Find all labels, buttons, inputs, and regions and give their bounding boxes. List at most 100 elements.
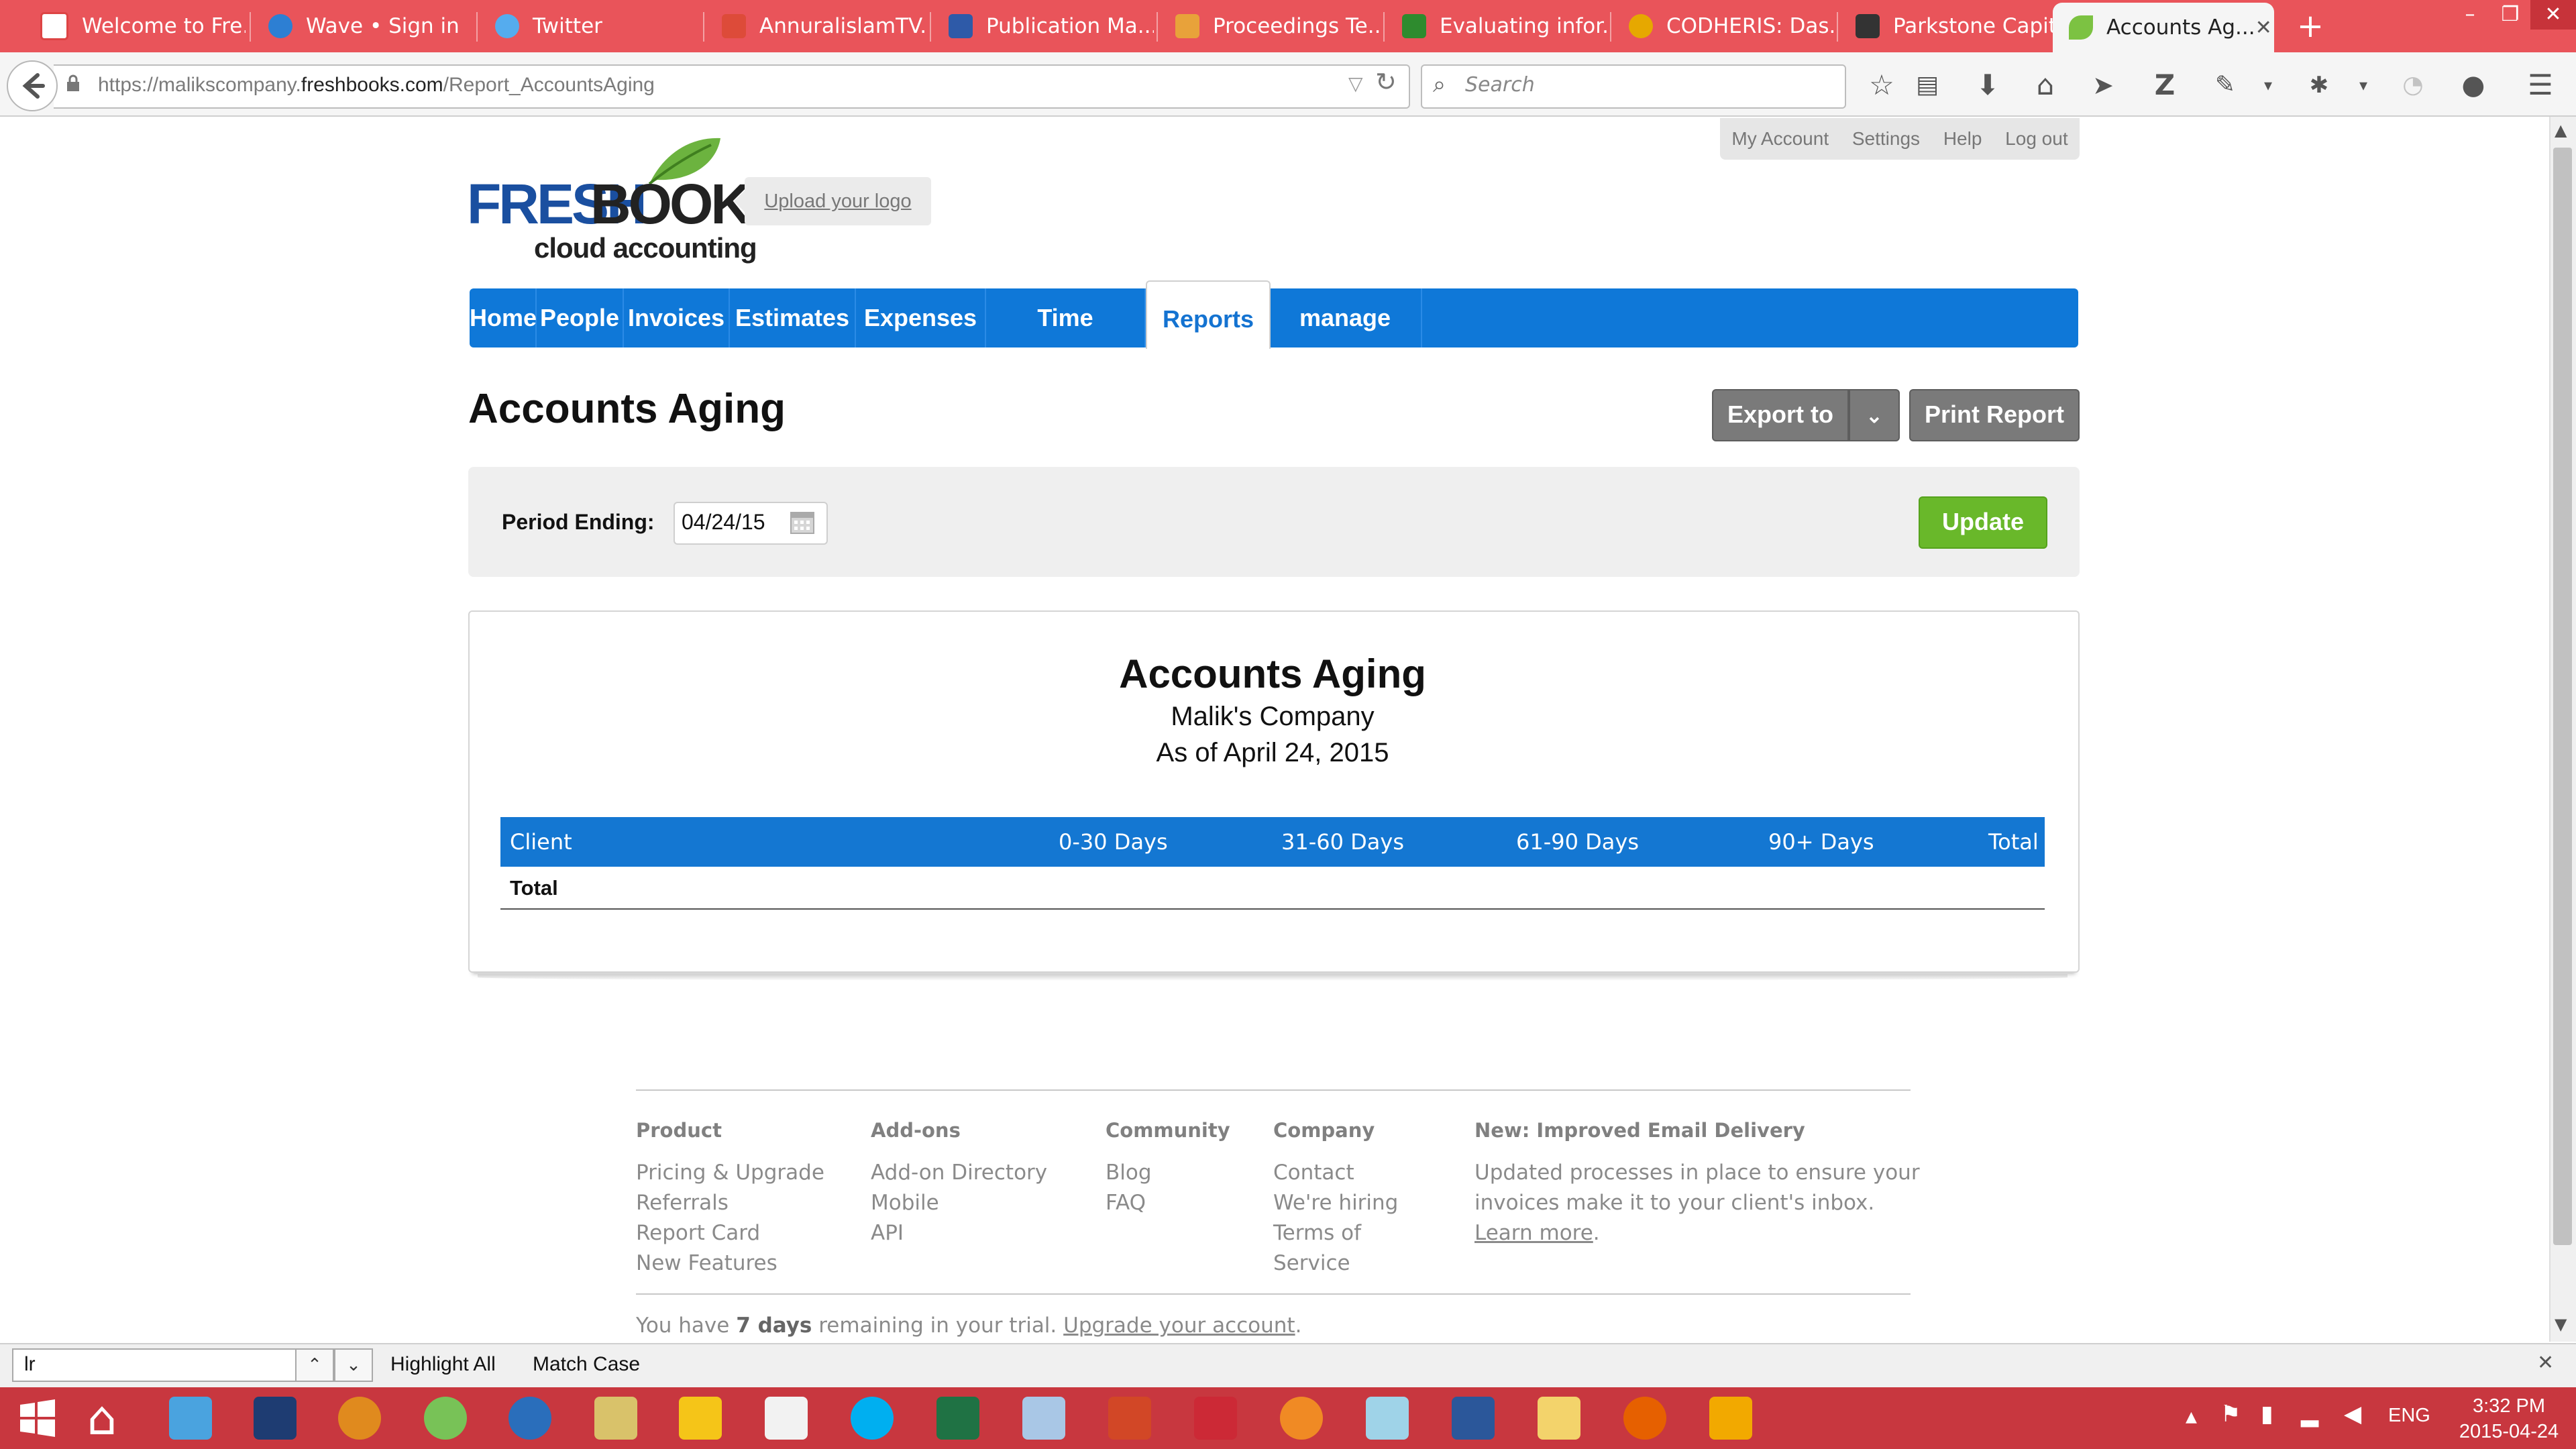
footer-link[interactable]: Service (1273, 1248, 1350, 1279)
scroll-down-icon[interactable]: ▼ (2555, 1315, 2567, 1334)
zotero-icon[interactable] (1178, 1390, 1253, 1446)
clock-date[interactable]: 2015-04-24 (2442, 1421, 2576, 1443)
r-icon[interactable] (492, 1390, 568, 1446)
media-icon[interactable] (322, 1390, 397, 1446)
volume-icon[interactable]: ◀ (2344, 1401, 2361, 1428)
battery-icon[interactable]: ▮ (2261, 1401, 2273, 1428)
pen-icon[interactable]: ✎ (2207, 66, 2243, 105)
tray-expand-icon[interactable]: ▲ (2186, 1409, 2197, 1426)
orange-app-icon[interactable] (1264, 1390, 1339, 1446)
home-icon[interactable]: ⌂ (2027, 66, 2063, 105)
home-icon[interactable]: ⌂ (64, 1390, 140, 1446)
footer-link[interactable]: Add-on Directory (871, 1158, 1047, 1188)
skype-icon[interactable] (835, 1390, 910, 1446)
browser-tab[interactable]: Twitter (479, 4, 700, 48)
url-text[interactable]: https://malikscompany.freshbooks.com/Rep… (98, 68, 655, 102)
scroll-up-icon[interactable]: ▲ (2555, 121, 2567, 140)
my-account-link[interactable]: My Account (1731, 128, 1829, 150)
minimize-icon[interactable]: – (2450, 0, 2490, 30)
flag-icon[interactable]: ⚑ (2220, 1401, 2241, 1428)
footer-link[interactable]: Mobile (871, 1188, 939, 1218)
footer-link[interactable]: API (871, 1218, 904, 1248)
mail-icon[interactable] (153, 1390, 228, 1446)
footer-link[interactable]: Terms of (1273, 1218, 1361, 1248)
browser-tab[interactable]: Publication Ma... (932, 4, 1154, 48)
help-link[interactable]: Help (1943, 128, 1982, 150)
bookmark-star-icon[interactable]: ☆ (1864, 66, 1900, 105)
excel-icon[interactable] (920, 1390, 996, 1446)
nav-tab-manage-tabs[interactable]: manage tabs... (1269, 288, 1422, 390)
chat-icon[interactable]: ● (2455, 66, 2491, 105)
close-window-icon[interactable]: ✕ (2530, 0, 2576, 30)
footer-link[interactable]: FAQ (1106, 1188, 1146, 1218)
footer-link[interactable]: We're hiring (1273, 1188, 1398, 1218)
reload-icon[interactable]: ↻ (1375, 67, 1397, 97)
nav-tab-home[interactable]: Home (470, 288, 537, 347)
learn-more-link[interactable]: Learn more (1474, 1221, 1593, 1245)
box-icon[interactable] (1006, 1390, 1081, 1446)
chevron-down-icon[interactable]: ▾ (2250, 66, 2286, 105)
calendar-icon[interactable] (749, 1390, 824, 1446)
footer-link[interactable]: New Features (636, 1248, 777, 1279)
browser-tab-active[interactable]: Accounts Ag... ✕ (2053, 3, 2274, 52)
find-previous-button[interactable]: ⌃ (295, 1348, 334, 1382)
zotero-icon[interactable]: Z (2147, 66, 2183, 105)
browser-tab[interactable]: Proceedings Te... (1159, 4, 1381, 48)
upgrade-account-link[interactable]: Upgrade your account (1063, 1313, 1295, 1338)
match-case-button[interactable]: Match Case (533, 1351, 640, 1378)
clock-time[interactable]: 3:32 PM (2442, 1395, 2576, 1417)
lenovo-icon[interactable] (237, 1390, 313, 1446)
rss-icon[interactable]: ◔ (2395, 66, 2431, 105)
highlight-all-button[interactable]: Highlight All (390, 1351, 496, 1378)
menu-icon[interactable]: ☰ (2522, 66, 2559, 105)
settings-link[interactable]: Settings (1852, 128, 1920, 150)
nav-tab-invoices[interactable]: Invoices (624, 288, 730, 347)
nav-tab-reports[interactable]: Reports (1146, 280, 1271, 349)
browser-tab[interactable]: CODHERIS: Das... (1613, 4, 1834, 48)
nav-tab-people[interactable]: People (537, 288, 624, 347)
find-next-button[interactable]: ⌄ (334, 1348, 373, 1382)
nav-tab-time-tracking[interactable]: Time Tracking (986, 288, 1146, 390)
paint-icon[interactable] (578, 1390, 653, 1446)
export-to-button[interactable]: Export to (1712, 389, 1849, 441)
find-input[interactable] (12, 1348, 297, 1382)
chevron-down-icon[interactable]: ▾ (2345, 66, 2381, 105)
calendar-icon[interactable] (789, 508, 816, 535)
network-icon[interactable]: ▂ (2301, 1401, 2318, 1428)
bug-icon[interactable]: ✱ (2301, 66, 2337, 105)
footer-link[interactable]: Contact (1273, 1158, 1354, 1188)
notes-icon[interactable] (1350, 1390, 1425, 1446)
reading-list-icon[interactable]: ▤ (1909, 66, 1945, 105)
android-studio-icon[interactable] (408, 1390, 483, 1446)
new-tab-button[interactable]: + (2290, 4, 2330, 48)
footer-link[interactable]: Report Card (636, 1218, 760, 1248)
download-icon[interactable]: ⬇ (1970, 66, 2006, 105)
close-find-bar-icon[interactable]: ✕ (2537, 1351, 2554, 1375)
browser-tab[interactable]: Welcome to Fre... (24, 4, 246, 48)
outlook-icon[interactable] (1693, 1390, 1768, 1446)
stickies-icon[interactable] (663, 1390, 738, 1446)
back-button[interactable] (7, 60, 58, 111)
log-out-link[interactable]: Log out (2005, 128, 2068, 150)
url-dropdown-icon[interactable]: ▽ (1348, 72, 1363, 95)
browser-tab[interactable]: Wave • Sign in (252, 4, 474, 48)
nav-tab-estimates[interactable]: Estimates (730, 288, 856, 347)
explorer-icon[interactable] (1521, 1390, 1597, 1446)
firefox-icon[interactable] (1607, 1390, 1682, 1446)
scrollbar-thumb[interactable] (2553, 148, 2572, 1245)
upload-logo-link[interactable]: Upload your logo (745, 177, 931, 225)
nav-tab-expenses[interactable]: Expenses (856, 288, 986, 347)
close-tab-icon[interactable]: ✕ (2255, 16, 2272, 40)
footer-link[interactable]: Blog (1106, 1158, 1152, 1188)
browser-tab[interactable]: AnnuralislamTV... (706, 4, 927, 48)
footer-link[interactable]: Pricing & Upgrade (636, 1158, 824, 1188)
print-report-button[interactable]: Print Report (1909, 389, 2080, 441)
powerpoint-icon[interactable] (1092, 1390, 1167, 1446)
browser-tab[interactable]: Parkstone Capit... (1839, 4, 2061, 48)
export-dropdown-button[interactable]: ⌄ (1849, 389, 1900, 441)
browser-tab[interactable]: Evaluating infor... (1386, 4, 1607, 48)
word-icon[interactable] (1436, 1390, 1511, 1446)
footer-link[interactable]: Referrals (636, 1188, 729, 1218)
language-indicator[interactable]: ENG (2388, 1405, 2430, 1427)
update-button[interactable]: Update (1919, 496, 2047, 549)
